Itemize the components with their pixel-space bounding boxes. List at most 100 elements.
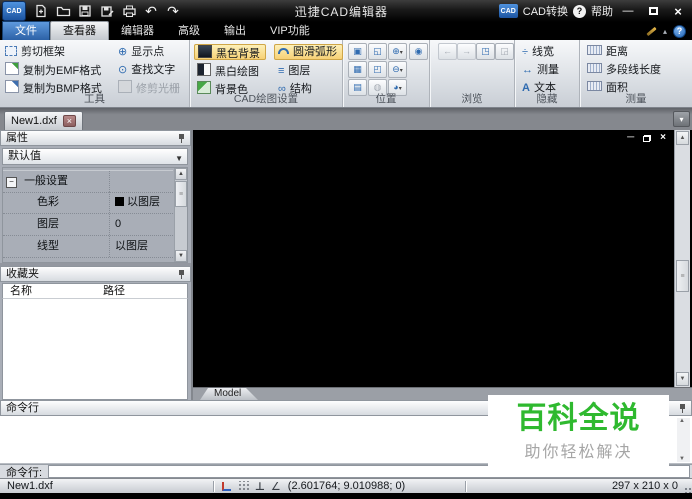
resize-grip[interactable] <box>682 481 692 491</box>
minimize-button[interactable]: — <box>618 3 638 19</box>
zoom-in-dropdown-icon: ▾ <box>400 50 403 56</box>
zoom-rect-icon: ◱ <box>373 46 382 56</box>
section-label-cad-settings: CAD绘图设置 <box>190 91 342 106</box>
cad-convert-button[interactable]: CAD转换 <box>523 3 568 19</box>
canvas-scroll-thumb[interactable]: ≡ <box>676 260 689 292</box>
watermark-overlay: 百科全说 助你轻松解决 <box>488 395 669 470</box>
layers-label: 图层 <box>288 65 310 77</box>
tab-vip[interactable]: VIP功能 <box>258 22 322 40</box>
layers-button[interactable]: ≡ 图层 <box>278 63 310 79</box>
undo-button[interactable]: ↶ <box>140 2 162 20</box>
scroll-up-icon[interactable]: ▲ <box>679 418 685 424</box>
redo-button[interactable]: ↷ <box>162 2 184 20</box>
property-row-linetype[interactable]: 线型 以图层 <box>3 236 173 258</box>
collapse-group-icon[interactable]: − <box>6 177 17 188</box>
close-button[interactable]: × <box>668 3 688 19</box>
tab-viewer[interactable]: 查看器 <box>50 21 109 40</box>
tab-output[interactable]: 输出 <box>212 22 258 40</box>
mdi-close-icon[interactable]: × <box>660 132 666 143</box>
status-divider <box>213 481 214 492</box>
favorites-column-headers: 名称 路径 <box>2 283 188 299</box>
angle-snap-icon[interactable]: ∠ <box>271 480 281 493</box>
line-width-label: 线宽 <box>532 46 554 58</box>
tab-file[interactable]: 文件 <box>2 21 50 40</box>
section-label-measure: 测量 <box>580 91 692 106</box>
new-file-button[interactable] <box>30 2 52 20</box>
perpendicular-snap-icon[interactable]: ⊥ <box>255 480 265 493</box>
forward-icon: → <box>462 46 471 56</box>
copy-emf-icon <box>5 62 19 75</box>
pin-icon[interactable] <box>178 134 185 143</box>
mdi-restore-icon[interactable] <box>643 135 651 142</box>
scroll-up-button[interactable]: ▲ <box>175 168 187 180</box>
property-row-color[interactable]: 色彩 以图层 <box>3 192 173 214</box>
model-tab[interactable]: Model <box>200 388 260 400</box>
drawing-canvas[interactable]: ─ × <box>193 130 674 387</box>
pin-icon[interactable] <box>679 404 686 413</box>
polyline-length-button[interactable]: 多段线长度 <box>587 62 661 78</box>
layers-icon: ≡ <box>278 63 284 79</box>
smooth-arc-button[interactable]: 圆滑弧形 <box>274 44 343 60</box>
pin-icon[interactable] <box>178 270 185 279</box>
canvas-scroll-up-button[interactable]: ▲ <box>676 131 689 145</box>
open-file-button[interactable] <box>52 2 74 20</box>
scroll-down-icon[interactable]: ▼ <box>679 456 685 462</box>
favorites-col-name[interactable]: 名称 <box>10 284 32 299</box>
maximize-button[interactable] <box>643 3 663 19</box>
bw-drawing-button[interactable]: 黑白绘图 <box>197 63 259 79</box>
zoom-out-button[interactable]: ⊖▾ <box>388 61 407 78</box>
canvas-scroll-down-button[interactable]: ▼ <box>676 372 689 386</box>
tab-editor[interactable]: 编辑器 <box>109 22 166 40</box>
save-icon <box>78 4 92 18</box>
save-button[interactable] <box>74 2 96 20</box>
scroll-down-button[interactable]: ▼ <box>175 250 187 262</box>
color-value-text: 以图层 <box>127 196 160 208</box>
favorites-list[interactable] <box>2 299 188 400</box>
zoom-in-button[interactable]: ⊕▾ <box>388 43 407 60</box>
new-file-icon <box>34 4 48 18</box>
pan-hand-button[interactable]: ◉ <box>409 43 428 60</box>
app-logo-icon[interactable]: CAD <box>2 1 26 21</box>
tabrow-right: ▴ ? <box>646 22 686 40</box>
document-close-icon[interactable]: × <box>63 115 76 127</box>
property-group-row[interactable]: − 一般设置 <box>3 170 173 193</box>
preset-combo[interactable]: 默认值 ▼ <box>2 148 188 165</box>
canvas-vertical-scrollbar[interactable]: ▲ ≡ ▼ <box>674 130 690 387</box>
help-button[interactable]: 帮助 <box>591 3 613 19</box>
print-button[interactable] <box>118 2 140 20</box>
zoom-extents-button[interactable]: ◰ <box>368 61 387 78</box>
collapse-ribbon-icon[interactable]: ▴ <box>663 27 667 36</box>
black-background-button[interactable]: 黑色背景 <box>194 44 266 60</box>
copy-view-button[interactable]: ▦ <box>348 61 367 78</box>
document-list-dropdown[interactable]: ▾ <box>673 111 690 127</box>
property-group-value <box>109 171 115 192</box>
property-row-layer[interactable]: 图层 0 <box>3 214 173 236</box>
copy-emf-label: 复制为EMF格式 <box>23 65 101 77</box>
distance-button[interactable]: 距离 <box>587 44 628 60</box>
area-icon <box>587 81 602 91</box>
favorites-col-path[interactable]: 路径 <box>103 284 125 299</box>
quick-help-icon[interactable]: ? <box>673 25 686 38</box>
line-width-button[interactable]: ÷线宽 <box>522 44 554 60</box>
copy-emf-button[interactable]: 复制为EMF格式 <box>5 62 101 78</box>
ortho-mode-icon[interactable] <box>222 482 231 491</box>
tab-advanced[interactable]: 高级 <box>166 22 212 40</box>
show-points-button[interactable]: ⊕显示点 <box>118 44 164 60</box>
find-text-button[interactable]: ⊙查找文字 <box>118 62 175 78</box>
pen-icon[interactable] <box>646 26 656 35</box>
measure-toggle-button[interactable]: ↔测量 <box>522 62 559 78</box>
prev-layout-button[interactable]: ◳ <box>476 43 495 60</box>
save-as-button[interactable] <box>96 2 118 20</box>
find-text-icon: ⊙ <box>118 62 127 78</box>
grid-mode-icon[interactable] <box>237 481 249 491</box>
scroll-thumb[interactable]: ≡ <box>175 181 187 207</box>
pan-window-button[interactable]: ▣ <box>348 43 367 60</box>
mdi-minimize-icon[interactable]: ─ <box>627 132 634 143</box>
document-tab-label: New1.dxf <box>11 115 57 127</box>
command-scrollbar[interactable]: ▲ ▼ <box>677 418 690 462</box>
property-grid-scrollbar[interactable]: ▲ ≡ ▼ <box>174 168 187 262</box>
document-tab[interactable]: New1.dxf × <box>4 111 83 130</box>
property-group-label: 一般设置 <box>24 175 68 187</box>
clip-frame-button[interactable]: 剪切框架 <box>5 44 65 60</box>
zoom-rect-button[interactable]: ◱ <box>368 43 387 60</box>
